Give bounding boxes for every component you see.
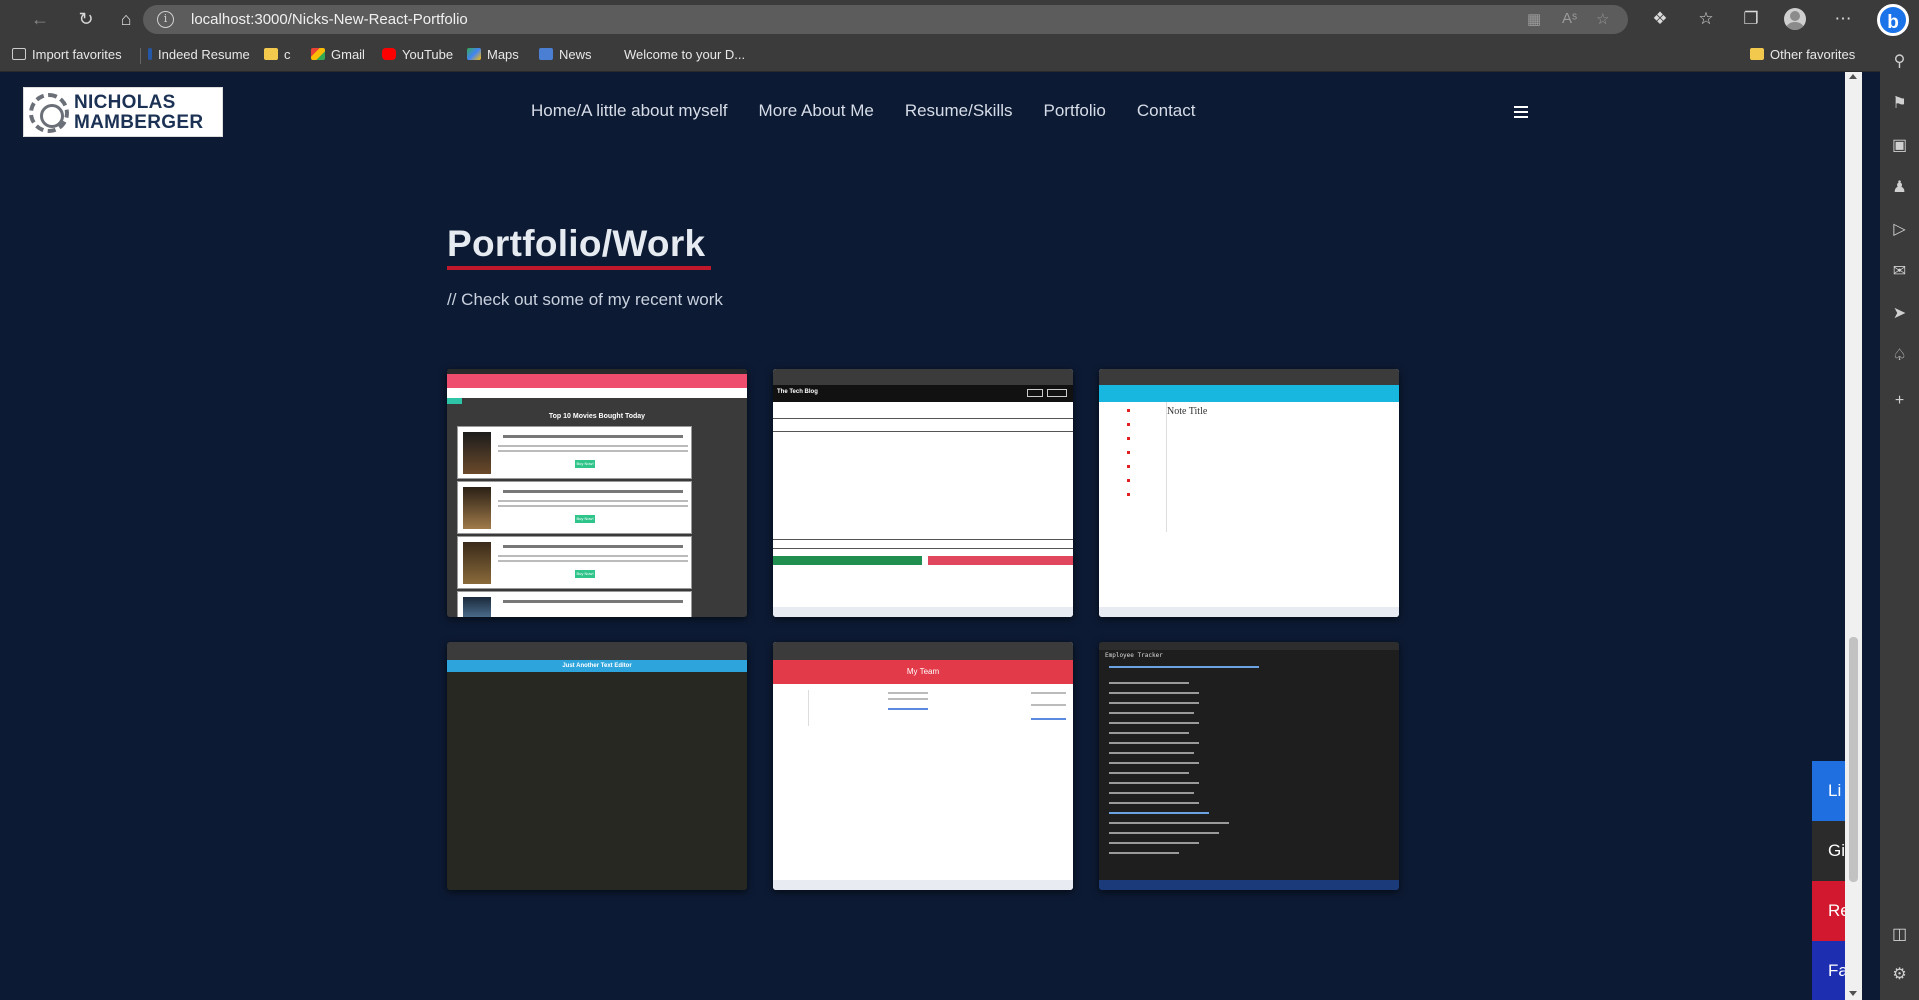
- nav-resume-skills[interactable]: Resume/Skills: [905, 101, 1013, 121]
- shopping-tag-icon[interactable]: ⚑: [1880, 92, 1919, 116]
- more-options-icon[interactable]: ⋯: [1832, 8, 1854, 30]
- movies-heading: Top 10 Movies Bought Today: [548, 413, 646, 420]
- movie-poster: [463, 487, 491, 529]
- facebook-tab[interactable]: Fa: [1812, 941, 1845, 1000]
- movie-poster: [463, 542, 491, 584]
- search-icon[interactable]: ⚲: [1880, 50, 1919, 74]
- send-icon[interactable]: ➤: [1880, 302, 1919, 326]
- refresh-icon[interactable]: ↻: [74, 7, 98, 31]
- site-navigation: Home/A little about myself More About Me…: [531, 101, 1195, 121]
- site-info-icon[interactable]: i: [157, 11, 174, 28]
- linkedin-tab[interactable]: Li: [1812, 761, 1845, 821]
- bookmark-folder-c[interactable]: c: [264, 46, 291, 64]
- home-icon[interactable]: ⌂: [114, 7, 138, 31]
- back-arrow-icon[interactable]: ←: [28, 7, 52, 31]
- note-title: Note Title: [1167, 406, 1208, 417]
- page-scrollbar[interactable]: [1845, 72, 1862, 1000]
- folder-icon: [264, 48, 278, 60]
- scroll-thumb[interactable]: [1849, 637, 1858, 882]
- url-text[interactable]: localhost:3000/Nicks-New-React-Portfolio: [191, 11, 468, 28]
- page-subtitle: // Check out some of my recent work: [447, 290, 723, 309]
- movie-item: [457, 591, 692, 617]
- bookmark-indeed-resume[interactable]: Indeed Resume: [148, 46, 250, 64]
- outlook-icon[interactable]: ✉: [1880, 260, 1919, 284]
- notification-icon[interactable]: ♤: [1880, 344, 1919, 368]
- buy-now-button[interactable]: Buy Now!: [575, 515, 595, 523]
- bookmark-other-favorites[interactable]: Other favorites: [1750, 46, 1855, 64]
- bookmarks-separator: [140, 48, 141, 64]
- portfolio-grid: Top 10 Movies Bought Today Buy Now! Buy …: [447, 369, 1399, 890]
- bookmark-maps[interactable]: Maps: [467, 46, 519, 64]
- address-bar[interactable]: i localhost:3000/Nicks-New-React-Portfol…: [143, 5, 1628, 34]
- extensions-icon[interactable]: ❖: [1649, 8, 1671, 30]
- collections-icon[interactable]: ❐: [1740, 8, 1762, 30]
- gmail-icon: [311, 48, 325, 60]
- gear-icon: [29, 93, 69, 133]
- page-icon: [612, 48, 618, 60]
- bookmarks-bar: Import favorites Indeed Resume c Gmail Y…: [0, 38, 1880, 72]
- youtube-icon: [382, 48, 396, 60]
- bookmark-youtube[interactable]: YouTube: [382, 46, 453, 64]
- sidebar-toggle-icon[interactable]: ◫: [1880, 923, 1919, 947]
- games-icon[interactable]: ♟: [1880, 176, 1919, 200]
- github-tab[interactable]: Git: [1812, 821, 1845, 881]
- nav-portfolio[interactable]: Portfolio: [1044, 101, 1106, 121]
- portfolio-card-text-editor[interactable]: Just Another Text Editor: [447, 642, 747, 890]
- news-icon: [539, 48, 553, 60]
- settings-gear-icon[interactable]: ⚙: [1880, 963, 1919, 987]
- portfolio-card-tech-blog[interactable]: The Tech Blog: [773, 369, 1073, 617]
- bookmark-news[interactable]: News: [539, 46, 592, 64]
- terminal-heading: Employee Tracker: [1105, 652, 1163, 659]
- portfolio-card-employee-tracker[interactable]: Employee Tracker: [1099, 642, 1399, 890]
- browser-toolbar: ← ↻ ⌂ i localhost:3000/Nicks-New-React-P…: [0, 0, 1919, 38]
- hamburger-menu-icon[interactable]: [1514, 106, 1528, 118]
- nav-contact[interactable]: Contact: [1137, 101, 1196, 121]
- add-icon[interactable]: +: [1880, 389, 1919, 413]
- title-underline: [447, 266, 711, 270]
- movie-item: Buy Now!: [457, 481, 692, 534]
- tech-blog-heading: The Tech Blog: [777, 389, 818, 395]
- tools-briefcase-icon[interactable]: ▣: [1880, 134, 1919, 158]
- nav-more-about-me[interactable]: More About Me: [759, 101, 874, 121]
- bookmark-gmail[interactable]: Gmail: [311, 46, 365, 64]
- text-editor-heading: Just Another Text Editor: [447, 660, 747, 672]
- my-team-heading: My Team: [773, 660, 1073, 684]
- bookmark-import-favorites[interactable]: Import favorites: [12, 46, 122, 64]
- profile-avatar[interactable]: [1784, 8, 1806, 30]
- read-aloud-icon[interactable]: Aˢ: [1562, 10, 1577, 27]
- import-icon: [12, 48, 26, 60]
- resume-tab[interactable]: Re: [1812, 881, 1845, 941]
- logo-text: NICHOLAS MAMBERGER: [74, 92, 204, 133]
- microsoft-365-icon[interactable]: ▷: [1880, 218, 1919, 242]
- folder-icon: [1750, 48, 1764, 60]
- portfolio-card-movies[interactable]: Top 10 Movies Bought Today Buy Now! Buy …: [447, 369, 747, 617]
- buy-now-button[interactable]: Buy Now!: [575, 460, 595, 468]
- indeed-icon: [148, 48, 152, 60]
- buy-now-button[interactable]: Buy Now!: [575, 570, 595, 578]
- movie-poster: [463, 597, 491, 617]
- movie-item: Buy Now!: [457, 536, 692, 589]
- page-title: Portfolio/Work: [447, 223, 706, 264]
- bing-chat-icon[interactable]: b: [1877, 4, 1909, 36]
- movie-poster: [463, 432, 491, 474]
- portfolio-card-note-taker[interactable]: Note Title: [1099, 369, 1399, 617]
- app-available-icon[interactable]: ▦: [1527, 10, 1541, 28]
- movie-item: Buy Now!: [457, 426, 692, 479]
- scroll-down-arrow-icon[interactable]: [1849, 991, 1857, 996]
- scroll-up-arrow-icon[interactable]: [1849, 74, 1857, 79]
- webpage: NICHOLAS MAMBERGER Home/A little about m…: [0, 72, 1845, 1000]
- maps-icon: [467, 48, 481, 60]
- portfolio-card-my-team[interactable]: My Team: [773, 642, 1073, 890]
- add-favorite-icon[interactable]: ☆: [1596, 10, 1609, 28]
- favorites-icon[interactable]: ☆: [1695, 8, 1717, 30]
- edge-sidebar: ⚲ ⚑ ▣ ♟ ▷ ✉ ➤ ♤ + ◫ ⚙: [1880, 38, 1919, 1000]
- bookmark-welcome[interactable]: Welcome to your D...: [612, 46, 745, 64]
- nav-home[interactable]: Home/A little about myself: [531, 101, 728, 121]
- site-logo[interactable]: NICHOLAS MAMBERGER: [23, 87, 223, 137]
